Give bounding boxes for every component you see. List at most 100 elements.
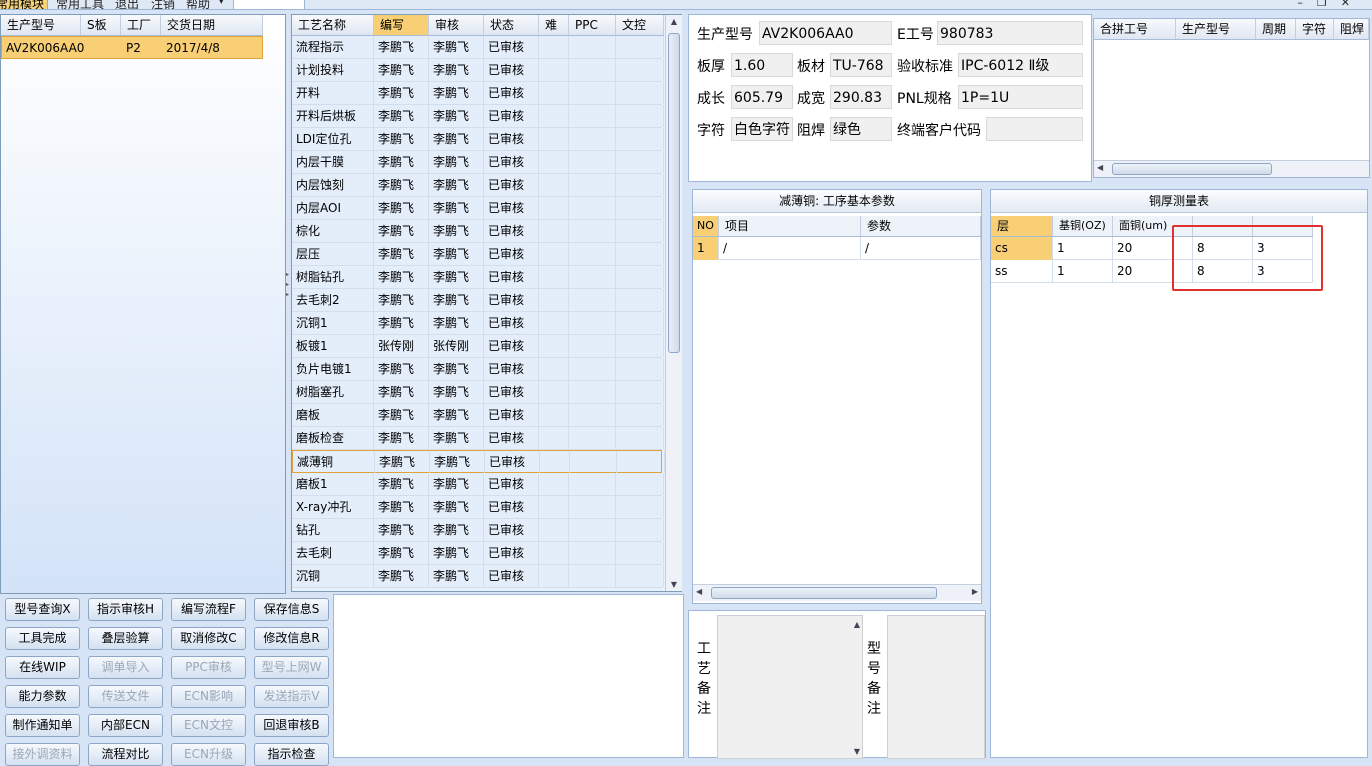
col-header-combine-model[interactable]: 生产型号: [1176, 19, 1256, 39]
menu-item-common-tools[interactable]: 常用工具: [56, 0, 104, 9]
scroll-thumb[interactable]: [668, 33, 680, 353]
field-width[interactable]: 290.83: [830, 85, 892, 109]
chevron-down-icon[interactable]: ▾: [219, 0, 224, 7]
process-grid-scrollbar[interactable]: ▲ ▼: [665, 15, 682, 591]
table-row[interactable]: 内层干膜 李鹏飞 李鹏飞 已审核: [292, 151, 664, 174]
process-memo-textarea[interactable]: ▲ ▼: [717, 615, 863, 759]
menu-item-common-modules[interactable]: 常用模块: [0, 0, 49, 9]
table-row[interactable]: LDI定位孔 李鹏飞 李鹏飞 已审核: [292, 128, 664, 151]
col-header-layer[interactable]: 层: [991, 216, 1053, 236]
scroll-down-icon[interactable]: ▼: [854, 747, 860, 756]
col-header-no[interactable]: NO: [693, 216, 719, 236]
table-row[interactable]: 磨板检查 李鹏飞 李鹏飞 已审核: [292, 427, 664, 450]
window-controls[interactable]: –❐✕: [1297, 0, 1364, 9]
table-row[interactable]: 沉铜 李鹏飞 李鹏飞 已审核: [292, 565, 664, 588]
field-mask[interactable]: 绿色: [830, 117, 892, 141]
col-header-s-board[interactable]: S板: [81, 15, 121, 35]
toolbar-button[interactable]: 叠层验算: [88, 627, 163, 650]
restore-icon[interactable]: ❐: [1317, 0, 1341, 9]
menu-item-help[interactable]: 帮助: [186, 0, 210, 9]
col-header-difficulty[interactable]: 难: [539, 15, 569, 35]
table-row[interactable]: 计划投料 李鹏飞 李鹏飞 已审核: [292, 59, 664, 82]
table-row[interactable]: X-ray冲孔 李鹏飞 李鹏飞 已审核: [292, 496, 664, 519]
splitter-handle[interactable]: ▸ ▸ ▸: [286, 270, 290, 310]
field-length[interactable]: 605.79: [731, 85, 793, 109]
toolbar-button[interactable]: 保存信息S: [254, 598, 329, 621]
col-header-process-name[interactable]: 工艺名称: [292, 15, 374, 35]
table-row[interactable]: 内层AOI 李鹏飞 李鹏飞 已审核: [292, 197, 664, 220]
scroll-right-icon[interactable]: ▶: [972, 587, 978, 596]
col-header-doc-control[interactable]: 文控: [616, 15, 664, 35]
table-row[interactable]: 棕化 李鹏飞 李鹏飞 已审核: [292, 220, 664, 243]
scroll-left-icon[interactable]: ◀: [1097, 163, 1103, 172]
toolbar-button[interactable]: 在线WIP: [5, 656, 80, 679]
table-row[interactable]: 树脂塞孔 李鹏飞 李鹏飞 已审核: [292, 381, 664, 404]
table-row[interactable]: 去毛刺2 李鹏飞 李鹏飞 已审核: [292, 289, 664, 312]
field-pnl[interactable]: 1P=1U: [958, 85, 1083, 109]
scroll-up-icon[interactable]: ▲: [666, 17, 682, 26]
col-header-date[interactable]: 交货日期: [161, 15, 263, 35]
table-row[interactable]: 开料后烘板 李鹏飞 李鹏飞 已审核: [292, 105, 664, 128]
toolbar-button[interactable]: ECN升级: [171, 743, 246, 766]
close-icon[interactable]: ✕: [1341, 0, 1364, 9]
toolbar-button[interactable]: 工具完成: [5, 627, 80, 650]
col-header-base-copper[interactable]: 基铜(OZ): [1053, 216, 1113, 236]
toolbar-button[interactable]: 内部ECN: [88, 714, 163, 737]
scroll-thumb[interactable]: [711, 587, 937, 599]
menu-item-logout[interactable]: 注销: [151, 0, 175, 9]
scroll-down-icon[interactable]: ▼: [666, 580, 682, 589]
col-header-period[interactable]: 周期: [1256, 19, 1296, 39]
table-row[interactable]: 减薄铜 李鹏飞 李鹏飞 已审核: [292, 450, 665, 473]
table-row[interactable]: 负片电镀1 李鹏飞 李鹏飞 已审核: [292, 358, 664, 381]
table-row[interactable]: 去毛刺 李鹏飞 李鹏飞 已审核: [292, 542, 664, 565]
menu-item-exit[interactable]: 退出: [115, 0, 139, 9]
toolbar-button[interactable]: 型号上网W: [254, 656, 329, 679]
table-row[interactable]: 磨板1 李鹏飞 李鹏飞 已审核: [292, 473, 664, 496]
table-row[interactable]: 流程指示 李鹏飞 李鹏飞 已审核: [292, 36, 664, 59]
table-row[interactable]: 层压 李鹏飞 李鹏飞 已审核: [292, 243, 664, 266]
table-row[interactable]: 板镀1 张传刚 张传刚 已审核: [292, 335, 664, 358]
minimize-icon[interactable]: –: [1297, 0, 1317, 9]
table-row[interactable]: 钻孔 李鹏飞 李鹏飞 已审核: [292, 519, 664, 542]
table-row[interactable]: 内层蚀刻 李鹏飞 李鹏飞 已审核: [292, 174, 664, 197]
scroll-left-icon[interactable]: ◀: [696, 587, 702, 596]
field-model[interactable]: AV2K006AA0: [759, 21, 892, 45]
toolbar-button[interactable]: 发送指示V: [254, 685, 329, 708]
toolbar-button[interactable]: 流程对比: [88, 743, 163, 766]
toolbar-button[interactable]: 指示检查: [254, 743, 329, 766]
toolbar-button[interactable]: 接外调资料: [5, 743, 80, 766]
col-header-writer[interactable]: 编写: [374, 15, 429, 35]
table-row[interactable]: 开料 李鹏飞 李鹏飞 已审核: [292, 82, 664, 105]
col-header-combine-no[interactable]: 合拼工号: [1094, 19, 1176, 39]
col-header-mask[interactable]: 阻焊: [1334, 19, 1369, 39]
col-header-model[interactable]: 生产型号: [1, 15, 81, 35]
col-header-param[interactable]: 参数: [861, 216, 981, 236]
model-memo-textarea[interactable]: [887, 615, 985, 759]
toolbar-button[interactable]: 指示审核H: [88, 598, 163, 621]
col-header-item[interactable]: 项目: [719, 216, 861, 236]
toolbar-button[interactable]: 传送文件: [88, 685, 163, 708]
table-row[interactable]: 树脂钻孔 李鹏飞 李鹏飞 已审核: [292, 266, 664, 289]
toolbar-button[interactable]: 修改信息R: [254, 627, 329, 650]
field-customer[interactable]: [986, 117, 1083, 141]
field-char[interactable]: 白色字符: [731, 117, 793, 141]
field-e-no[interactable]: 980783: [937, 21, 1083, 45]
toolbar-button[interactable]: 制作通知单: [5, 714, 80, 737]
table-row[interactable]: AV2K006AA0 P2 2017/4/8: [1, 36, 263, 59]
col-header-char[interactable]: 字符: [1296, 19, 1334, 39]
field-thickness[interactable]: 1.60: [731, 53, 793, 77]
field-standard[interactable]: IPC-6012 Ⅱ级: [958, 53, 1083, 77]
toolbar-button[interactable]: 能力参数: [5, 685, 80, 708]
toolbar-button[interactable]: 取消修改C: [171, 627, 246, 650]
toolbar-button[interactable]: 型号查询X: [5, 598, 80, 621]
params-hscrollbar[interactable]: ◀ ▶: [693, 584, 981, 601]
toolbar-button[interactable]: 回退审核B: [254, 714, 329, 737]
col-header-reviewer[interactable]: 审核: [429, 15, 484, 35]
toolbar-button[interactable]: PPC审核: [171, 656, 246, 679]
table-row[interactable]: 沉铜1 李鹏飞 李鹏飞 已审核: [292, 312, 664, 335]
toolbar-button[interactable]: ECN影响: [171, 685, 246, 708]
scroll-up-icon[interactable]: ▲: [854, 620, 860, 629]
menu-search-field[interactable]: [233, 0, 305, 9]
scroll-thumb[interactable]: [1112, 163, 1272, 175]
table-row[interactable]: 磨板 李鹏飞 李鹏飞 已审核: [292, 404, 664, 427]
